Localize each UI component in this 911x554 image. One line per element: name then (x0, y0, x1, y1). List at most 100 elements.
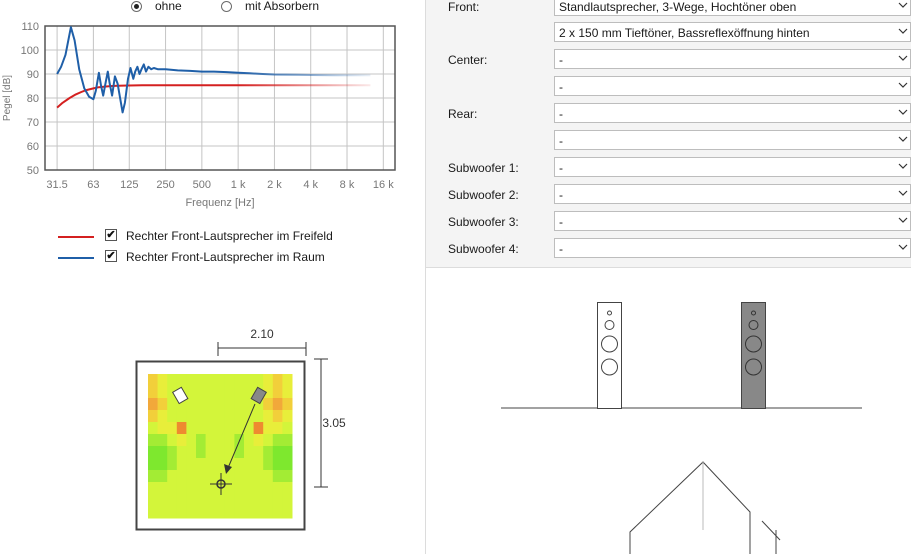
heatmap-cell (234, 374, 245, 387)
heatmap-cell (157, 446, 168, 459)
heatmap-cell (244, 458, 255, 471)
heatmap-cell (186, 494, 197, 507)
heatmap-cell (224, 374, 235, 387)
heatmap-cell (224, 506, 235, 519)
speaker-select[interactable]: - (554, 130, 911, 150)
heatmap-cell (205, 422, 216, 435)
heatmap-cell (148, 386, 159, 399)
heatmap-cell (176, 458, 187, 471)
heatmap-cell (244, 446, 255, 459)
heatmap-cell (253, 446, 264, 459)
heatmap-cell (196, 470, 207, 483)
heatmap-cell (263, 482, 274, 495)
heatmap-cell (205, 446, 216, 459)
y-tick-label: 50 (27, 165, 39, 177)
heatmap-cell (205, 506, 216, 519)
heatmap-cell (263, 434, 274, 447)
speaker-select[interactable]: - (554, 184, 911, 204)
heatmap-cell (253, 422, 264, 435)
radio-ohne[interactable]: ohne (131, 0, 201, 14)
heatmap-cell (167, 410, 178, 423)
heatmap-cell (282, 458, 293, 471)
heatmap-cell (253, 410, 264, 423)
heatmap-cell (215, 386, 226, 399)
x-tick-label: 250 (156, 179, 174, 191)
checkbox-raum[interactable]: ✔ (105, 250, 117, 262)
speaker-select-value: 2 x 150 mm Tieftöner, Bassreflexöffnung … (559, 26, 810, 40)
heatmap-cell (148, 494, 159, 507)
speaker-select-value: Standlautsprecher, 3-Wege, Hochtöner obe… (559, 0, 797, 14)
speaker-select[interactable]: 2 x 150 mm Tieftöner, Bassreflexöffnung … (554, 22, 911, 42)
heatmap-cell (167, 446, 178, 459)
heatmap-cell (272, 386, 283, 399)
y-tick-label: 70 (27, 117, 39, 129)
heatmap-cell (176, 422, 187, 435)
speaker-front-left (597, 302, 622, 409)
speaker-select[interactable]: - (554, 49, 911, 69)
speaker-select[interactable]: - (554, 157, 911, 177)
heatmap-cell (196, 494, 207, 507)
heatmap-cell (253, 458, 264, 471)
speaker-select[interactable]: - (554, 211, 911, 231)
speaker-select[interactable]: - (554, 238, 911, 258)
heatmap-cell (157, 374, 168, 387)
heatmap-cell (148, 446, 159, 459)
heatmap-cell (263, 446, 274, 459)
heatmap-cell (263, 422, 274, 435)
heatmap-cell (157, 458, 168, 471)
y-tick-label: 60 (27, 141, 39, 153)
heatmap-cell (176, 374, 187, 387)
heatmap-cell (196, 410, 207, 423)
heatmap-cell (167, 470, 178, 483)
heatmap-cell (224, 446, 235, 459)
x-tick-label: 63 (87, 179, 99, 191)
heatmap-cell (205, 374, 216, 387)
radio-mit-absorbern[interactable]: mit Absorbern (221, 0, 331, 14)
heatmap-cell (148, 410, 159, 423)
heatmap-cell (167, 506, 178, 519)
heatmap-cell (176, 446, 187, 459)
heatmap-cell (253, 494, 264, 507)
heatmap-cell (282, 386, 293, 399)
heatmap-cell (282, 422, 293, 435)
heatmap-cell (272, 458, 283, 471)
heatmap-cell (272, 374, 283, 387)
chevron-down-icon (898, 28, 908, 34)
speaker-select[interactable]: - (554, 76, 911, 96)
heatmap-cell (176, 482, 187, 495)
heatmap-cell (196, 506, 207, 519)
heatmap-cell (205, 434, 216, 447)
x-axis-label: Frequenz [Hz] (185, 197, 254, 209)
heatmap-cell (196, 458, 207, 471)
heatmap-cell (272, 506, 283, 519)
heatmap-cell (186, 458, 197, 471)
heatmap-cell (167, 458, 178, 471)
speaker-select[interactable]: Standlautsprecher, 3-Wege, Hochtöner obe… (554, 0, 911, 16)
x-tick-label: 4 k (303, 179, 318, 191)
heatmap-cell (157, 398, 168, 411)
speaker-label: Subwoofer 4: (448, 242, 519, 256)
legend-line-raum (58, 257, 94, 259)
x-tick-label: 125 (120, 179, 138, 191)
speaker-select-value: - (559, 107, 563, 121)
heatmap-cell (157, 494, 168, 507)
heatmap-cell (205, 494, 216, 507)
y-tick-label: 90 (27, 69, 39, 81)
heatmap-cell (205, 386, 216, 399)
checkbox-freifeld[interactable]: ✔ (105, 229, 117, 241)
radio-ohne-indicator[interactable] (131, 1, 142, 12)
heatmap-cell (167, 422, 178, 435)
x-tick-label: 2 k (267, 179, 282, 191)
chevron-down-icon (898, 217, 908, 223)
heatmap-cell (215, 494, 226, 507)
radio-mit-absorbern-indicator[interactable] (221, 1, 232, 12)
y-axis-label: Pegel [dB] (2, 75, 13, 121)
heatmap-cell (186, 374, 197, 387)
heatmap-cell (186, 434, 197, 447)
heatmap-cell (176, 494, 187, 507)
heatmap-cell (167, 374, 178, 387)
heatmap-cell (176, 410, 187, 423)
speaker-select[interactable]: - (554, 103, 911, 123)
heatmap-cell (224, 386, 235, 399)
heatmap-cell (167, 398, 178, 411)
